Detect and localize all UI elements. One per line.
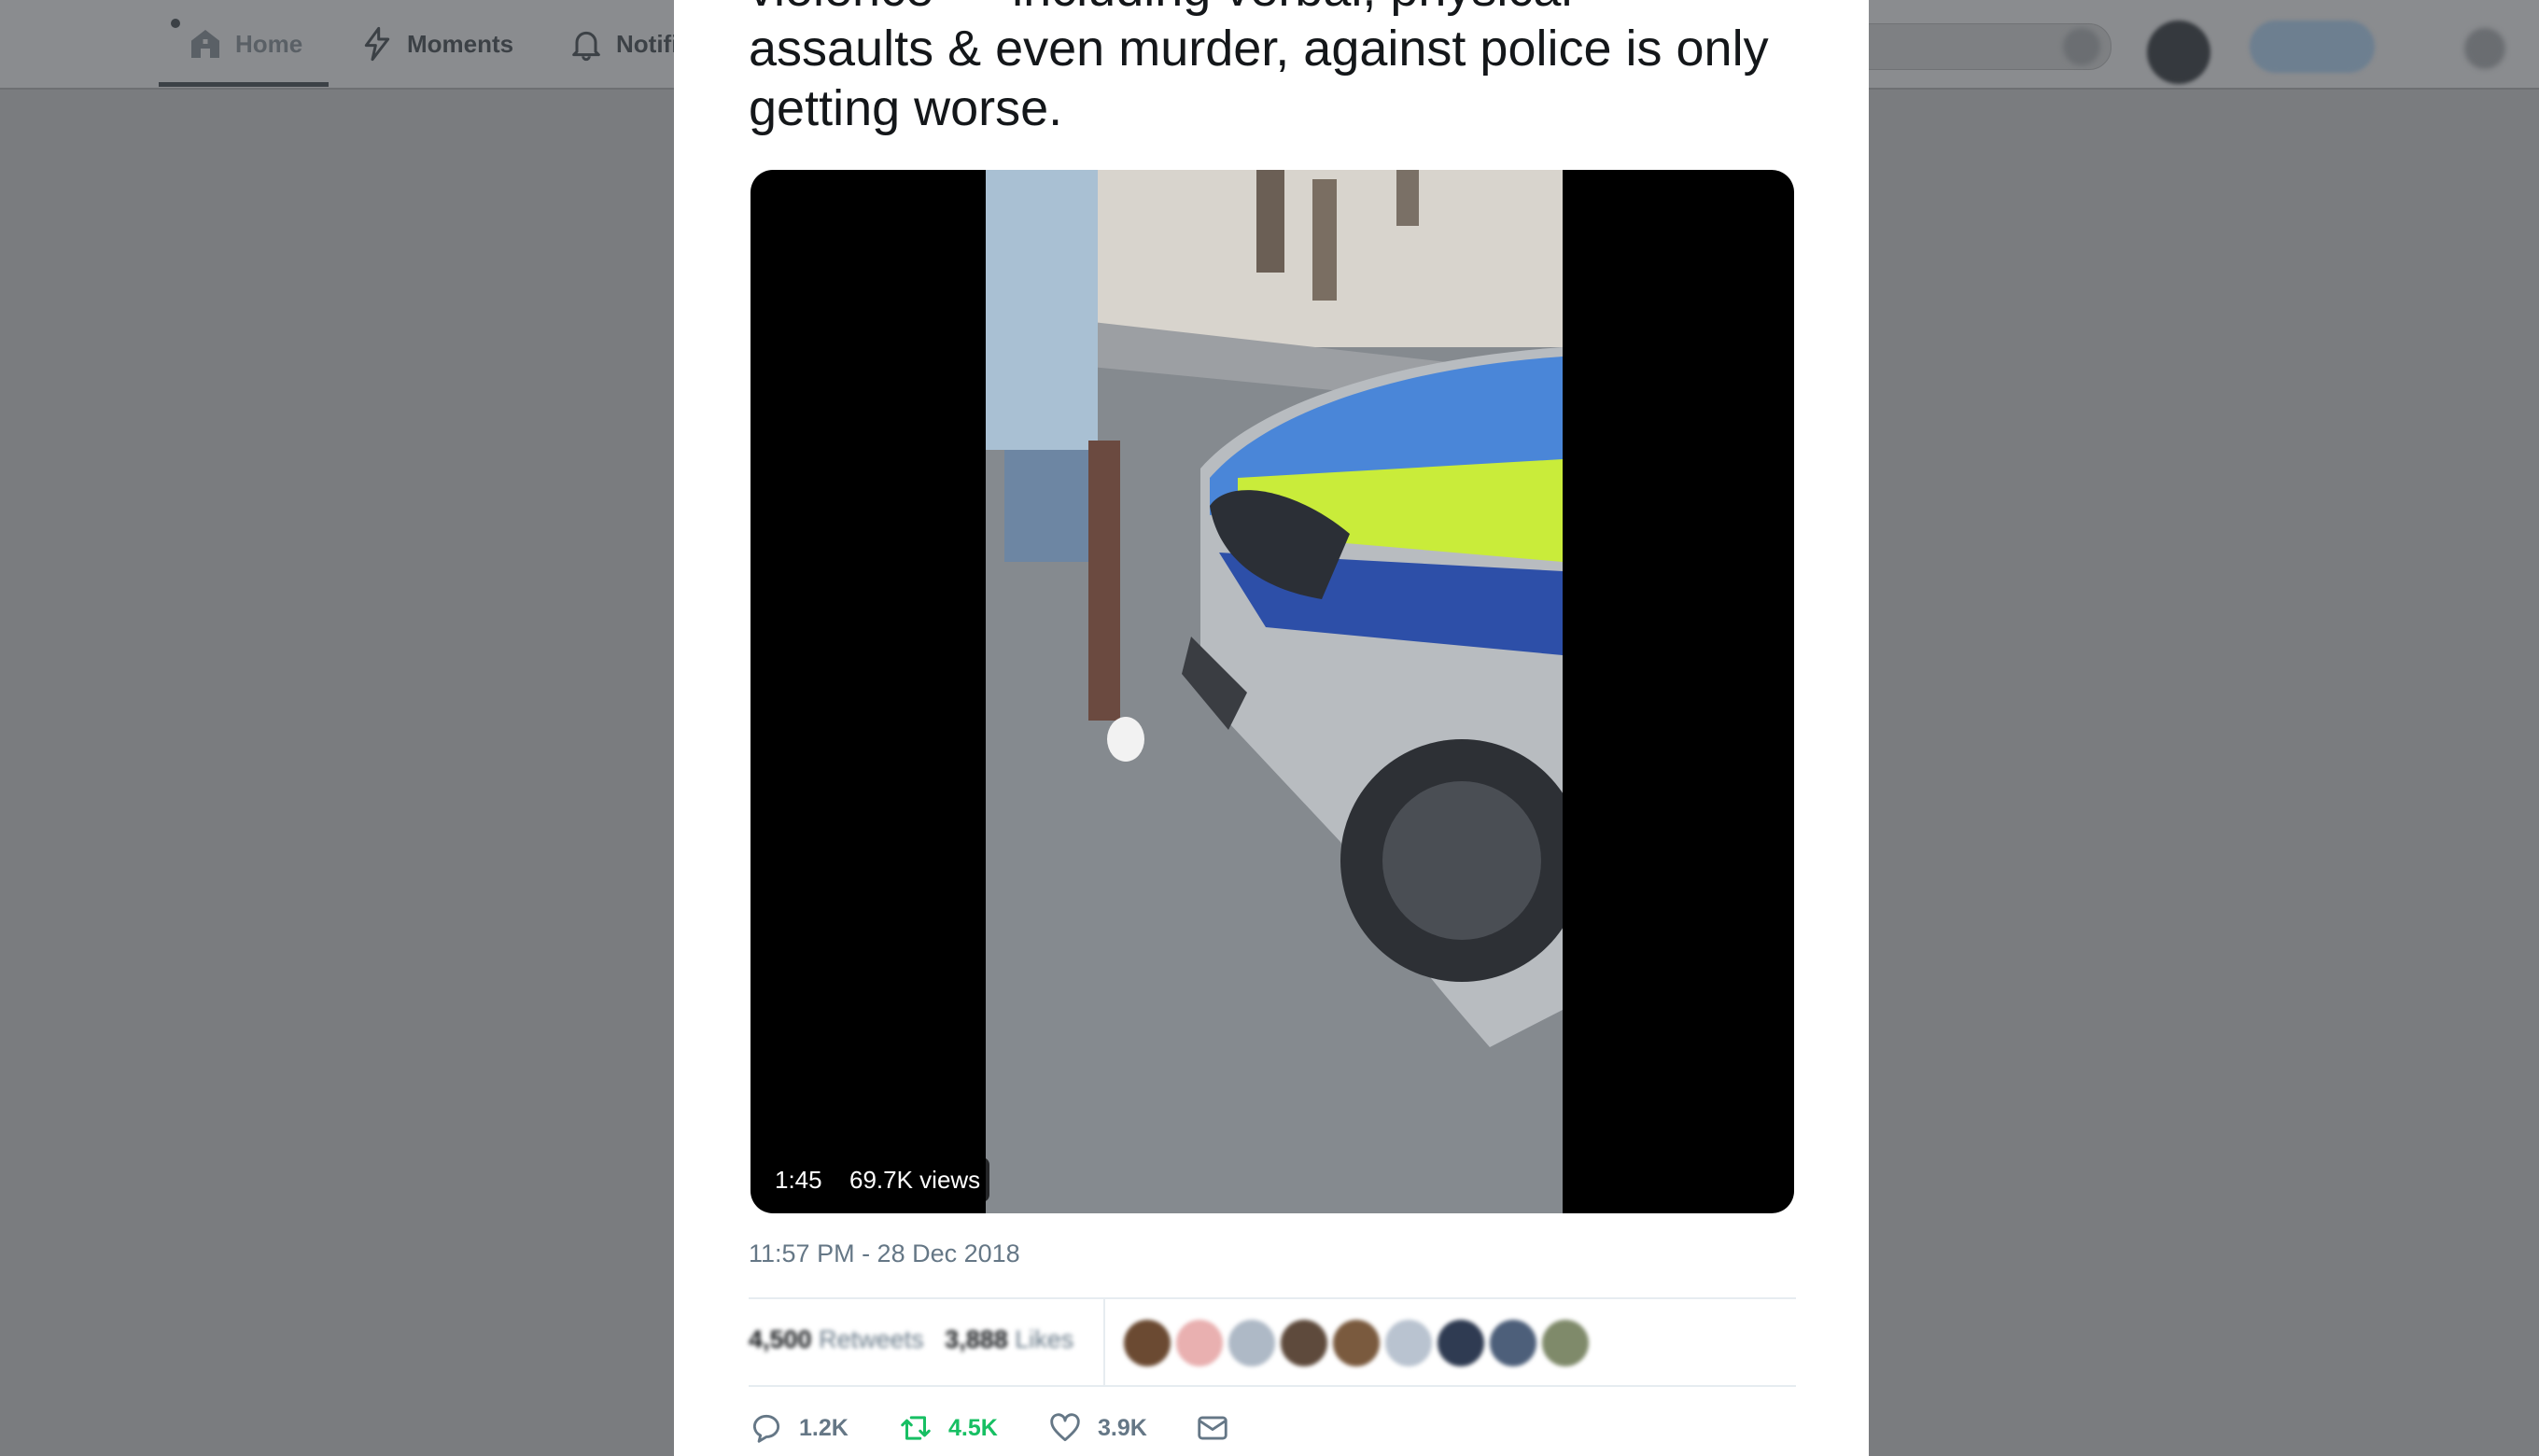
tweet-actions: 1.2K 4.5K 3.9K [749, 1405, 1402, 1451]
liker-avatar[interactable] [1490, 1320, 1536, 1366]
notification-dot [171, 19, 180, 28]
retweet-icon [901, 1416, 931, 1440]
stats-separator [1103, 1299, 1105, 1385]
lightning-icon [364, 26, 390, 62]
stats-counts[interactable]: 4,500 Retweets 3,888 Likes [749, 1325, 1073, 1354]
nav-home[interactable]: Home [187, 0, 302, 88]
search-icon[interactable] [2063, 28, 2100, 65]
video-frame [986, 170, 1563, 1213]
video-duration-badge: 1:45 [765, 1157, 832, 1202]
liker-avatar[interactable] [1228, 1320, 1275, 1366]
like-button[interactable]: 3.9K [1047, 1405, 1147, 1451]
tweet-text: violence — including verbal, physical as… [749, 0, 1813, 138]
nav-moments[interactable]: Moments [358, 0, 513, 88]
tweet-text-line: getting worse. [749, 80, 1063, 136]
nav-moments-label: Moments [407, 29, 514, 58]
retweets-count: 4,500 [749, 1325, 812, 1353]
tweet-stats: 4,500 Retweets 3,888 Likes [749, 1299, 1796, 1385]
bell-icon [572, 31, 600, 62]
avatar[interactable] [2147, 21, 2210, 84]
liker-avatar[interactable] [1333, 1320, 1380, 1366]
tweet-text-line: assaults & even murder, against police i… [749, 21, 1769, 77]
liker-avatar[interactable] [1542, 1320, 1589, 1366]
envelope-icon [1198, 1416, 1227, 1440]
retweet-count: 4.5K [948, 1414, 998, 1441]
likes-count: 3,888 [945, 1325, 1008, 1353]
reply-count: 1.2K [799, 1414, 849, 1441]
divider [749, 1385, 1796, 1387]
tweet-timestamp[interactable]: 11:57 PM - 28 Dec 2018 [749, 1239, 1020, 1268]
like-count: 3.9K [1098, 1414, 1147, 1441]
heart-icon [1050, 1413, 1080, 1442]
nav-notifications[interactable]: Notifi [568, 0, 678, 88]
retweet-button[interactable]: 4.5K [898, 1405, 998, 1451]
retweets-label: Retweets [819, 1325, 924, 1353]
likes-label: Likes [1015, 1325, 1074, 1353]
reply-button[interactable]: 1.2K [749, 1405, 849, 1451]
settings-icon[interactable] [2464, 28, 2505, 69]
home-icon [191, 30, 219, 58]
tweet-button[interactable] [2250, 21, 2375, 73]
nav-home-label: Home [235, 29, 303, 58]
tweet-text-line-clipped: violence — including verbal, physical [749, 0, 1813, 19]
video-still [986, 170, 1563, 1213]
video-player[interactable]: 1:45 69.7K views [750, 170, 1794, 1213]
direct-message-button[interactable] [1195, 1405, 1245, 1451]
liker-avatar[interactable] [1385, 1320, 1432, 1366]
reply-icon [752, 1414, 780, 1443]
tweet-modal: violence — including verbal, physical as… [674, 0, 1869, 1456]
liker-avatar[interactable] [1176, 1320, 1223, 1366]
liker-avatar[interactable] [1438, 1320, 1484, 1366]
liker-avatar[interactable] [1124, 1320, 1171, 1366]
video-views-badge: 69.7K views [840, 1157, 990, 1202]
liker-avatar[interactable] [1281, 1320, 1327, 1366]
active-tab-underline [159, 82, 329, 87]
nav-notifications-label: Notifi [616, 29, 679, 58]
